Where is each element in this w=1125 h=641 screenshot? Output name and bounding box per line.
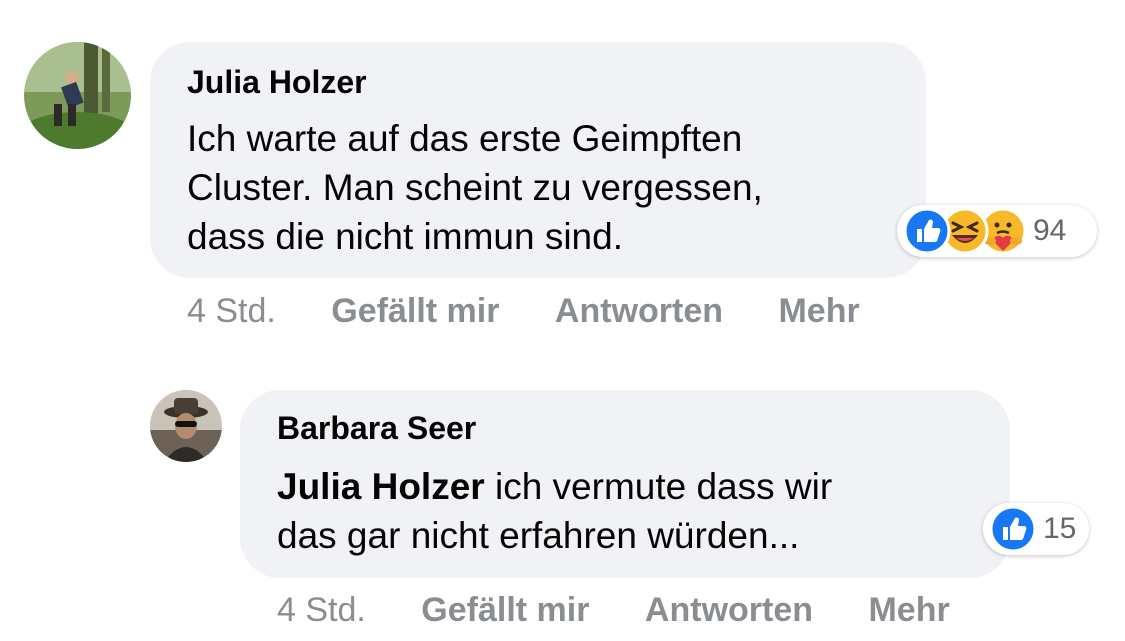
more-button[interactable]: Mehr <box>778 292 859 330</box>
comment-text: Julia Holzer ich vermute dass wir das ga… <box>277 462 832 560</box>
reaction-count: 15 <box>1043 512 1077 545</box>
avatar-julia-holzer[interactable] <box>24 42 131 149</box>
comment-text-fragment: ich vermute dass wir <box>484 466 833 507</box>
comment-author[interactable]: Barbara Seer <box>277 410 476 447</box>
mention-link[interactable]: Julia Holzer <box>277 466 485 507</box>
like-button[interactable]: Gefällt mir <box>421 591 589 629</box>
avatar-barbara-seer[interactable] <box>150 390 222 462</box>
comment-timestamp[interactable]: 4 Std. <box>277 591 366 629</box>
comment-text-line: dass die nicht immun sind. <box>187 216 623 257</box>
like-button[interactable]: Gefällt mir <box>331 292 499 330</box>
reaction-summary[interactable]: 15 <box>983 503 1089 555</box>
comment-text-line: das gar nicht erfahren würden... <box>277 515 800 556</box>
comment-text-line: Ich warte auf das erste Geimpften <box>187 118 743 159</box>
reply-bubble: Barbara Seer Julia Holzer ich vermute da… <box>240 390 1010 578</box>
comment-actions: 4 Std. Gefällt mir Antworten Mehr <box>277 591 950 630</box>
comment-text-line: Cluster. Man scheint zu vergessen, <box>187 167 763 208</box>
like-icon <box>989 505 1037 553</box>
comment-actions: 4 Std. Gefällt mir Antworten Mehr <box>187 292 860 331</box>
reply-button[interactable]: Antworten <box>555 292 723 330</box>
comment-bubble: Julia Holzer Ich warte auf das erste Gei… <box>150 42 926 278</box>
like-icon <box>903 207 951 255</box>
reaction-count: 94 <box>1033 214 1067 247</box>
more-button[interactable]: Mehr <box>868 591 949 629</box>
comment-text: Ich warte auf das erste Geimpften Cluste… <box>187 114 763 261</box>
comment-text-line: Julia Holzer ich vermute dass wir <box>277 462 832 511</box>
comment-author[interactable]: Julia Holzer <box>187 64 367 101</box>
reaction-summary[interactable]: 94 <box>897 205 1097 257</box>
comment-timestamp[interactable]: 4 Std. <box>187 292 276 330</box>
reply-button[interactable]: Antworten <box>645 591 813 629</box>
